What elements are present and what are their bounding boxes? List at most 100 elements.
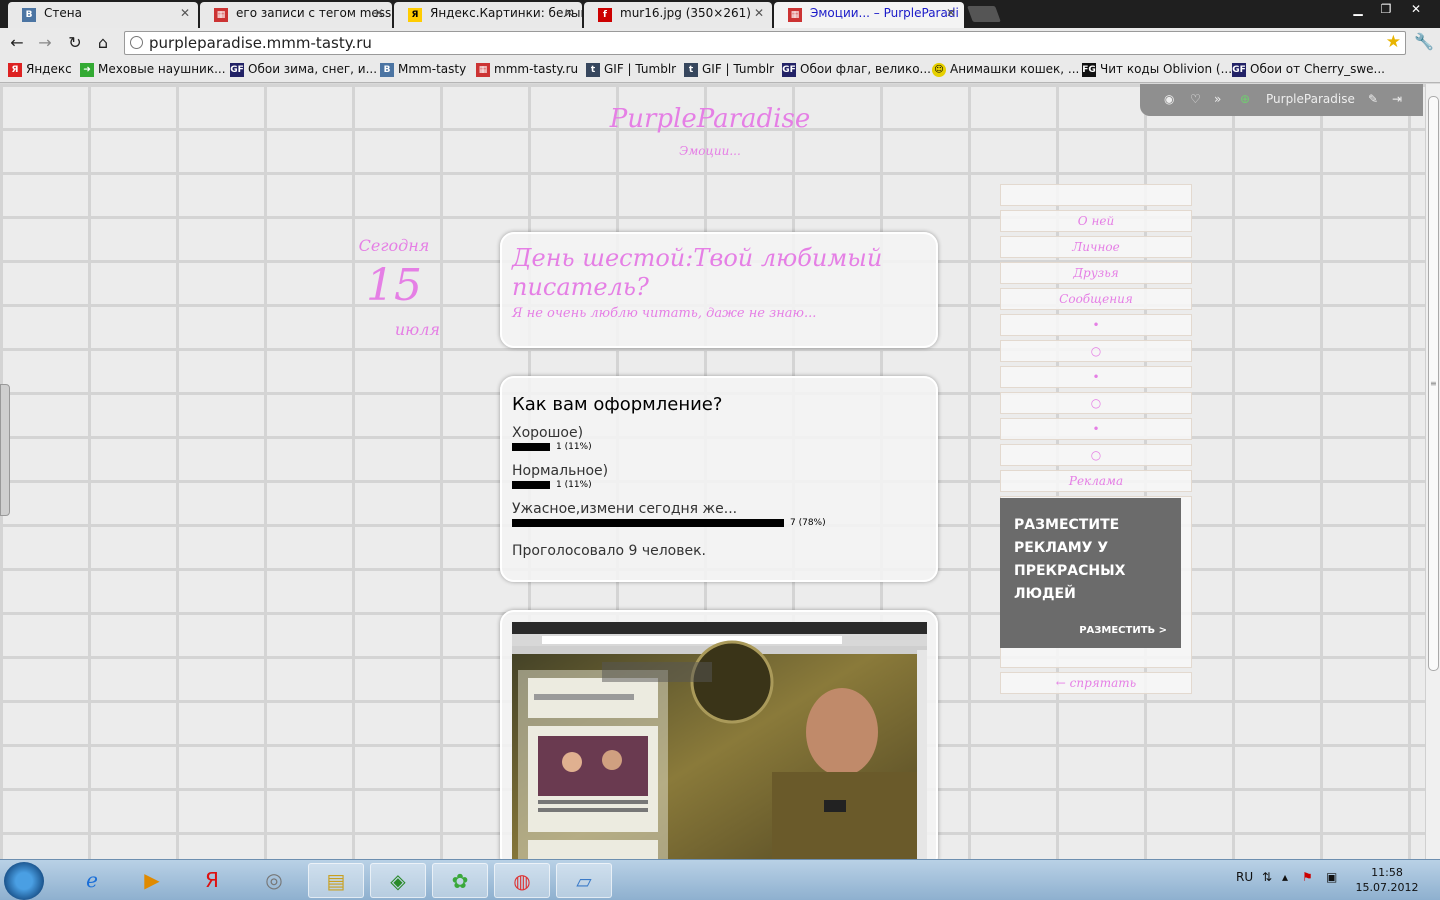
url-text: purpleparadise.mmm-tasty.ru	[149, 34, 372, 52]
bookmark-item[interactable]: ➜ Меховые наушник...	[80, 62, 226, 77]
clock-time: 11:58	[1371, 866, 1403, 879]
sidebar-menu-item[interactable]: ○	[1000, 340, 1192, 362]
date-month: июля	[394, 320, 440, 339]
icq-icon[interactable]: ✿	[432, 863, 488, 898]
side-panel-handle[interactable]	[0, 384, 10, 516]
sidebar-menu-item[interactable]: •	[1000, 366, 1192, 388]
language-indicator[interactable]: RU	[1236, 870, 1253, 884]
network-icon[interactable]: ⇅	[1262, 870, 1272, 884]
tab-vk[interactable]: B Стена ✕	[8, 2, 198, 28]
restore-icon[interactable]: ❐	[1372, 0, 1400, 20]
start-button[interactable]	[4, 862, 44, 900]
back-icon[interactable]: ←	[6, 32, 28, 54]
bookmark-label: GIF | Tumblr	[604, 62, 677, 76]
blog-title[interactable]: PurpleParadise	[560, 104, 860, 134]
sidebar-menu-item[interactable]: Реклама	[1000, 470, 1192, 492]
bookmark-label: Обои от Cherry_swe...	[1250, 62, 1385, 76]
sidebar-menu-item[interactable]: •	[1000, 418, 1192, 440]
sidebar-menu-item[interactable]: ○	[1000, 392, 1192, 414]
control-bar-username[interactable]: PurpleParadise	[1266, 92, 1355, 106]
tab-image[interactable]: f mur16.jpg (350×261) ✕	[584, 2, 772, 28]
bookmark-item[interactable]: ▦ mmm-tasty.ru	[476, 62, 578, 77]
explorer-icon[interactable]: ▤	[308, 863, 364, 898]
tab-tags[interactable]: ▦ его записи с тегом mess - ✕	[200, 2, 392, 28]
audio-icon[interactable]: ◎	[246, 863, 302, 898]
post-entry: День шестой:Твой любимый писатель? Я не …	[500, 232, 938, 348]
poll-total: Проголосовало 9 человек.	[512, 543, 706, 559]
tray-arrow-icon[interactable]: ▴	[1282, 870, 1288, 884]
close-icon[interactable]: ✕	[180, 6, 190, 20]
mmm-tasty-icon: ▦	[788, 8, 802, 22]
bookmark-item[interactable]: GF Обои флаг, велико...	[782, 62, 931, 77]
post-title[interactable]: День шестой:Твой любимый писатель?	[512, 244, 926, 302]
home-icon[interactable]: ⌂	[92, 32, 114, 54]
close-icon[interactable]: ✕	[946, 6, 956, 20]
vk-icon: B	[380, 63, 394, 77]
wrench-icon[interactable]: 🔧	[1414, 32, 1434, 51]
bookmark-item[interactable]: t GIF | Tumblr	[586, 62, 677, 77]
ie-icon[interactable]: ℯ	[64, 863, 120, 898]
bookmark-item[interactable]: GF Обои зима, снег, и...	[230, 62, 377, 77]
forward-icon[interactable]: →	[34, 32, 56, 54]
poll-options: Хорошое) 1 (11%) Нормальное) 1 (11%) Ужасное…	[512, 425, 926, 529]
tab-purpleparadise[interactable]: ▦ Эмоции... – PurpleParadi ✕	[774, 2, 964, 28]
minimize-icon[interactable]: ▁	[1344, 0, 1372, 20]
bookmark-star-icon[interactable]: ★	[1386, 32, 1401, 52]
poll-bar	[512, 481, 550, 489]
antivirus-icon[interactable]: ◈	[370, 863, 426, 898]
fg-icon: FG	[1082, 63, 1096, 77]
wallpaper-icon: GF	[1232, 63, 1246, 77]
sidebar-menu-item[interactable]: О ней	[1000, 210, 1192, 232]
heart-icon[interactable]: ♡	[1190, 92, 1201, 106]
page-scrollbar[interactable]: ≡	[1425, 84, 1440, 859]
sidebar-menu-item[interactable]	[1000, 184, 1192, 206]
bookmark-item[interactable]: GF Обои от Cherry_swe...	[1232, 62, 1385, 77]
ad-banner[interactable]: РАЗМЕСТИТЕ РЕКЛАМУ У ПРЕКРАСНЫХ ЛЮДЕЙ РА…	[1000, 498, 1181, 648]
scrollbar-thumb[interactable]: ≡	[1428, 96, 1439, 671]
ad-link[interactable]: РАЗМЕСТИТЬ >	[1079, 625, 1167, 636]
screenshot-image	[512, 622, 927, 859]
new-tab-button[interactable]	[967, 6, 1001, 22]
page-viewport: ◉ ♡ » ⊕ PurpleParadise ✎ ⇥ PurpleParadis…	[0, 84, 1425, 859]
plus-icon[interactable]: ⊕	[1240, 92, 1250, 106]
chrome-icon[interactable]: ◍	[494, 863, 550, 898]
poll-option-row: 1 (11%)	[512, 479, 926, 491]
address-bar[interactable]: purpleparadise.mmm-tasty.ru ★	[124, 31, 1406, 55]
poll-count: 1 (11%)	[556, 480, 592, 490]
clock[interactable]: 11:58 15.07.2012	[1352, 865, 1422, 895]
sidebar-menu-item[interactable]: Сообщения	[1000, 288, 1192, 310]
forward-icon[interactable]: »	[1214, 92, 1221, 106]
green-arrow-icon: ➜	[80, 63, 94, 77]
reload-icon[interactable]: ↻	[64, 32, 86, 54]
logout-icon[interactable]: ⇥	[1392, 92, 1402, 106]
window-close-icon[interactable]: ✕	[1402, 0, 1430, 20]
sidebar-menu-item[interactable]: ○	[1000, 444, 1192, 466]
hide-sidebar-link[interactable]: ← спрятать	[1000, 672, 1192, 694]
windows-taskbar: ℯ ▶ Я ◎ ▤ ◈ ✿ ◍ ▱ RU ⇅ ▴ ⚑ ▣ 11:58 15.07…	[0, 859, 1440, 900]
monitor-icon[interactable]: ▣	[1326, 870, 1337, 884]
close-icon[interactable]: ✕	[754, 6, 764, 20]
flag-icon[interactable]: ⚑	[1302, 870, 1313, 884]
bookmark-item[interactable]: t GIF | Tumblr	[684, 62, 775, 77]
tab-label: Яндекс.Картинки: белый	[430, 6, 582, 20]
rss-icon[interactable]: ◉	[1164, 92, 1174, 106]
sidebar-menu-item[interactable]: Личное	[1000, 236, 1192, 258]
bookmark-label: GIF | Tumblr	[702, 62, 775, 76]
sidebar-menu-item[interactable]: Друзья	[1000, 262, 1192, 284]
bookmark-item[interactable]: ☺ Анимашки кошек, ...	[932, 62, 1079, 77]
yandex-icon[interactable]: Я	[184, 863, 240, 898]
bookmark-item[interactable]: B Mmm-tasty	[380, 62, 466, 77]
settings-icon[interactable]: ✎	[1368, 92, 1378, 106]
tab-yandex-images[interactable]: Я Яндекс.Картинки: белый ✕	[394, 2, 582, 28]
sidebar-menu-item[interactable]: •	[1000, 314, 1192, 336]
bookmark-item[interactable]: FG Чит коды Oblivion (...	[1082, 62, 1232, 77]
bookmark-item[interactable]: Я Яндекс	[8, 62, 72, 77]
notepad-icon[interactable]: ▱	[556, 863, 612, 898]
poll-bar	[512, 519, 784, 527]
close-icon[interactable]: ✕	[374, 6, 384, 20]
media-player-icon[interactable]: ▶	[124, 863, 180, 898]
bookmark-label: Меховые наушник...	[98, 62, 226, 76]
close-icon[interactable]: ✕	[564, 6, 574, 20]
tab-label: Стена	[44, 6, 82, 20]
post-image[interactable]	[512, 622, 927, 859]
